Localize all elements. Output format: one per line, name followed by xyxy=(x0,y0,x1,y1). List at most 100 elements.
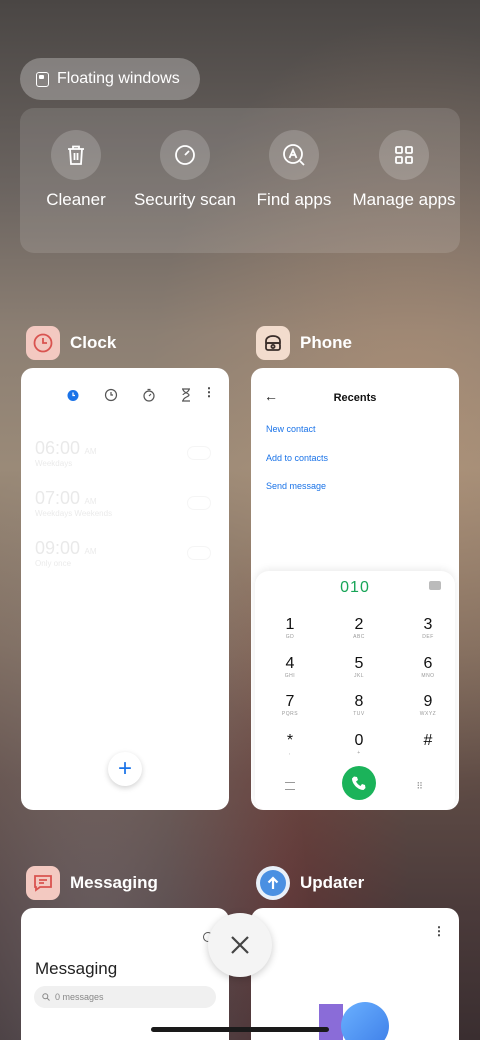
search-icon xyxy=(42,993,50,1001)
updater-app-card[interactable]: ⋮ xyxy=(251,908,459,1040)
updater-more-icon[interactable]: ⋮ xyxy=(433,924,445,938)
home-indicator[interactable] xyxy=(151,1027,329,1032)
dial-key-digit: * xyxy=(286,732,294,749)
clock-app-header[interactable]: Clock xyxy=(26,326,116,360)
dial-key[interactable]: 5 JKL xyxy=(334,655,384,679)
dial-key-letters xyxy=(403,750,453,756)
security-scan-label: Security scan xyxy=(133,190,237,209)
trash-icon xyxy=(68,145,84,165)
clock-app-card[interactable]: ⋮ 06:00 AM Weekdays 07:00 AM Weekdays We… xyxy=(21,368,229,810)
alarm-toggle[interactable] xyxy=(187,446,211,460)
alarm-toggle[interactable] xyxy=(187,546,211,560)
dial-key-letters: GD xyxy=(285,634,295,640)
updater-app-header[interactable]: Updater xyxy=(256,866,364,900)
messages-search-bar[interactable]: 0 messages xyxy=(34,986,216,1008)
dial-key[interactable]: 1 GD xyxy=(265,616,315,640)
os-logo-circle xyxy=(341,1002,389,1040)
manage-apps-button[interactable]: Manage apps xyxy=(352,130,456,210)
floating-window-icon xyxy=(36,71,49,87)
dial-key-digit: 2 xyxy=(354,616,364,633)
updater-app-name: Updater xyxy=(300,873,365,892)
clock-app-name: Clock xyxy=(70,333,117,352)
add-alarm-button[interactable]: + xyxy=(108,752,142,786)
floating-windows-button[interactable]: Floating windows xyxy=(20,58,200,100)
alarm-time: 06:00 xyxy=(35,438,81,458)
more-vert-icon[interactable]: ⋮ xyxy=(203,385,215,399)
dial-key-letters: TUV xyxy=(353,711,365,717)
alarm-time: 07:00 xyxy=(35,488,81,508)
dial-key-digit: 5 xyxy=(354,655,364,672)
timer-tab-icon[interactable] xyxy=(180,388,192,407)
dialpad-grid-icon[interactable]: ⠿ xyxy=(416,782,423,791)
alarm-suffix: AM xyxy=(84,447,97,456)
manage-apps-label: Manage apps xyxy=(352,190,456,209)
send-message-link[interactable]: Send message xyxy=(266,481,326,491)
dial-key-digit: 0 xyxy=(354,732,364,749)
dial-key-letters: DEF xyxy=(422,634,434,640)
security-scan-button[interactable]: Security scan xyxy=(134,130,236,210)
menu-icon[interactable] xyxy=(285,782,295,790)
dial-key-digit: 9 xyxy=(423,693,433,710)
alarm-tab-icon[interactable] xyxy=(66,388,80,407)
messaging-app-name: Messaging xyxy=(70,873,158,892)
find-apps-button[interactable]: Find apps xyxy=(244,130,344,210)
os-logo-bar xyxy=(319,1004,343,1040)
phone-icon xyxy=(352,776,366,790)
backspace-icon[interactable] xyxy=(429,581,441,590)
stopwatch-tab-icon[interactable] xyxy=(142,388,156,407)
alarm-suffix: AM xyxy=(84,547,97,556)
clear-all-button[interactable] xyxy=(208,913,272,977)
dial-key-letters: JKL xyxy=(353,673,365,679)
world-clock-tab-icon[interactable] xyxy=(104,388,118,407)
alarm-suffix: AM xyxy=(84,497,97,506)
dial-key[interactable]: 4 GHI xyxy=(265,655,315,679)
dial-key[interactable]: *, xyxy=(265,732,315,756)
phone-app-icon xyxy=(256,326,290,360)
dial-key-letters: , xyxy=(289,750,291,756)
clock-tabs: ⋮ xyxy=(21,385,229,408)
clock-icon xyxy=(26,326,60,360)
floating-windows-label: Floating windows xyxy=(57,70,180,87)
find-apps-label: Find apps xyxy=(256,190,332,209)
dial-key-digit: 8 xyxy=(354,693,364,710)
dial-key[interactable]: 7 PQRS xyxy=(265,693,315,717)
dial-key[interactable]: 3 DEF xyxy=(403,616,453,640)
messaging-title: Messaging xyxy=(35,959,118,978)
dial-key[interactable]: 9 WXYZ xyxy=(403,693,453,717)
cleaner-button[interactable]: Cleaner xyxy=(26,130,126,210)
messaging-icon xyxy=(26,866,60,900)
close-icon xyxy=(231,936,249,954)
dial-key-digit: 4 xyxy=(285,655,295,672)
phone-app-card[interactable]: ← Recents New contact Add to contacts Se… xyxy=(251,368,459,810)
search-placeholder: 0 messages xyxy=(55,992,104,1002)
messaging-app-card[interactable]: Messaging 0 messages xyxy=(21,908,229,1040)
alarm-row[interactable]: 06:00 AM Weekdays xyxy=(35,438,215,478)
dial-key[interactable]: 8 TUV xyxy=(334,693,384,717)
alarm-row[interactable]: 07:00 AM Weekdays Weekends xyxy=(35,488,215,528)
call-button[interactable] xyxy=(342,766,376,800)
alarm-repeat: Only once xyxy=(35,559,72,568)
dial-key[interactable]: # xyxy=(403,732,453,756)
phone-app-header[interactable]: Phone xyxy=(256,326,352,360)
dial-key[interactable]: 2 ABC xyxy=(334,616,384,640)
find-apps-icon xyxy=(283,144,305,166)
security-scan-icon xyxy=(175,145,195,165)
dial-key[interactable]: 6 MNO xyxy=(403,655,453,679)
messaging-app-header[interactable]: Messaging xyxy=(26,866,158,900)
recents-title: Recents xyxy=(333,392,377,404)
dial-key-digit: # xyxy=(423,732,433,749)
dial-key-letters: PQRS xyxy=(281,711,299,717)
dialpad: 010 1 GD 2 ABC 3 DEF 4 GHI 5 JKL 6 MNO 7 PQRS 8 TUV 9 WXY… xyxy=(255,571,455,810)
quick-tools-panel: Cleaner Security scan Find apps Manage a… xyxy=(20,108,460,253)
alarm-toggle[interactable] xyxy=(187,496,211,510)
new-contact-link[interactable]: New contact xyxy=(266,424,316,434)
dial-key-digit: 3 xyxy=(423,616,433,633)
dial-key-letters: ABC xyxy=(353,634,365,640)
dial-key-letters: MNO xyxy=(421,673,435,679)
dial-key[interactable]: 0 + xyxy=(334,732,384,756)
add-to-contacts-link[interactable]: Add to contacts xyxy=(266,453,328,463)
dialed-number: 010 xyxy=(340,579,370,596)
cleaner-label: Cleaner xyxy=(46,190,106,209)
alarm-row[interactable]: 09:00 AM Only once xyxy=(35,538,215,578)
alarm-repeat: Weekdays Weekends xyxy=(35,509,113,518)
